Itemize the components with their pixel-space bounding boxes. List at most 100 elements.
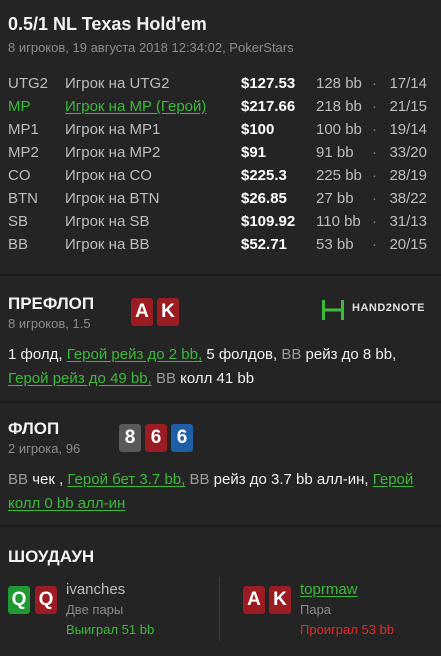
player-stats: 28/19: [389, 167, 427, 184]
hero-action-link[interactable]: Герой рейз до 49 bb,: [8, 370, 152, 387]
separator-dot: ·: [372, 213, 377, 230]
player-stack-bb: 128 bb: [316, 75, 362, 92]
player-row: UTG2 Игрок на UTG2 $127.53 128 bb · 17/1…: [8, 72, 433, 95]
player-stack-bb: 225 bb: [316, 167, 362, 184]
player-row-hero: MP Игрок на MP (Герой) $217.66 218 bb · …: [8, 95, 433, 118]
flop-panel: ФЛОП 2 игрока, 96 8 6 6 BB чек , Герой б…: [0, 403, 441, 525]
player-stats: 31/13: [389, 213, 427, 230]
action-player: BB: [189, 471, 210, 488]
preflop-actions: 1 фолд, Герой рейз до 2 bb, 5 фолдов, BB…: [8, 343, 434, 391]
flop-actions: BB чек , Герой бет 3.7 bb, BB рейз до 3.…: [8, 468, 434, 516]
player-position: MP2: [8, 144, 39, 161]
player-position: BB: [8, 236, 29, 253]
player-position: CO: [8, 167, 31, 184]
preflop-panel: ПРЕФЛОП 8 игроков, 1.5 A K HAND2NOTE 1 ф…: [0, 276, 441, 401]
separator-dot: ·: [372, 190, 377, 207]
showdown-player-left: Q Q ivanches Две пары Выиграл 51 bb: [0, 575, 219, 645]
player-stats: 38/22: [389, 190, 427, 207]
showdown-panel: ШОУДАУН Q Q ivanches Две пары Выиграл 51…: [0, 527, 441, 656]
player-position: BTN: [8, 190, 38, 207]
player-name[interactable]: Игрок на MP2: [65, 141, 160, 164]
player-name-hero-link[interactable]: Игрок на MP (Герой): [65, 95, 206, 118]
player-stack: $109.92: [241, 213, 296, 230]
player-position: UTG2: [8, 75, 49, 92]
hand2note-logo-text: HAND2NOTE: [352, 302, 425, 314]
separator-dot: ·: [372, 236, 377, 253]
player-stack-bb: 100 bb: [316, 121, 362, 138]
separator-dot: ·: [372, 144, 377, 161]
player-name[interactable]: Игрок на CO: [65, 164, 152, 187]
street-title: ПРЕФЛОП: [8, 294, 95, 313]
showdown-card: A: [243, 586, 265, 614]
action-text: рейз до 3.7 bb алл-ин,: [213, 471, 369, 488]
player-row: BB Игрок на BB $52.71 53 bb · 20/15: [8, 233, 433, 256]
separator-dot: ·: [372, 75, 377, 92]
hero-card: K: [157, 298, 179, 326]
player-stack-bb: 91 bb: [316, 144, 354, 161]
street-title: ШОУДАУН: [8, 547, 95, 566]
player-stack: $52.71: [241, 236, 287, 253]
hand2note-logo-icon: [322, 300, 344, 320]
showdown-card: K: [269, 586, 291, 614]
street-title: ФЛОП: [8, 419, 60, 438]
action-player: BB: [281, 346, 302, 363]
player-row: MP1 Игрок на MP1 $100 100 bb · 19/14: [8, 118, 433, 141]
player-stats: 20/15: [389, 236, 427, 253]
player-stack: $127.53: [241, 75, 296, 92]
hero-card: A: [131, 298, 153, 326]
board-card: 6: [145, 424, 167, 452]
hand-header-panel: 0.5/1 NL Texas Hold'em 8 игроков, 19 авг…: [0, 0, 441, 274]
showdown-result-loss: Проиграл 53 bb: [300, 622, 394, 637]
hand-title: 0.5/1 NL Texas Hold'em: [8, 14, 207, 34]
player-name[interactable]: Игрок на UTG2: [65, 72, 169, 95]
player-name[interactable]: Игрок на SB: [65, 210, 149, 233]
player-row: SB Игрок на SB $109.92 110 bb · 31/13: [8, 210, 433, 233]
player-stats: 17/14: [389, 75, 427, 92]
player-stack-bb: 110 bb: [316, 213, 361, 230]
separator-dot: ·: [372, 167, 377, 184]
showdown-hero-name-link[interactable]: toprmaw: [300, 581, 358, 598]
action-text: 1 фолд,: [8, 346, 63, 363]
player-stack: $91: [241, 144, 267, 161]
player-stack-bb: 218 bb: [316, 98, 362, 115]
action-text: колл 41 bb: [180, 370, 255, 387]
hand-subtitle: 8 игроков, 19 августа 2018 12:34:02, Pok…: [8, 40, 294, 55]
street-subtitle: 8 игроков, 1.5: [8, 316, 91, 331]
player-stack: $100: [241, 121, 275, 138]
hand2note-logo[interactable]: HAND2NOTE: [321, 299, 431, 321]
showdown-player-name[interactable]: ivanches: [66, 581, 125, 598]
action-player: BB: [155, 370, 176, 387]
separator-dot: ·: [372, 98, 377, 115]
player-stats: 33/20: [389, 144, 427, 161]
separator-dot: ·: [372, 121, 377, 138]
player-row: BTN Игрок на BTN $26.85 27 bb · 38/22: [8, 187, 433, 210]
player-stack: $217.66: [241, 98, 296, 115]
board-card: 8: [119, 424, 141, 452]
showdown-result-win: Выиграл 51 bb: [66, 622, 155, 637]
player-stack-bb: 53 bb: [316, 236, 354, 253]
hero-action-link[interactable]: Герой бет 3.7 bb,: [67, 471, 185, 488]
player-stack: $26.85: [241, 190, 287, 207]
player-stack-bb: 27 bb: [316, 190, 354, 207]
player-name[interactable]: Игрок на MP1: [65, 118, 160, 141]
action-text: чек ,: [32, 471, 64, 488]
player-stats: 21/15: [389, 98, 427, 115]
showdown-card: Q: [35, 586, 57, 614]
hero-action-link[interactable]: Герой рейз до 2 bb,: [67, 346, 202, 363]
action-text: рейз до 8 bb,: [305, 346, 397, 363]
player-name[interactable]: Игрок на BB: [65, 233, 149, 256]
player-name[interactable]: Игрок на BTN: [65, 187, 159, 210]
player-position: MP: [8, 98, 31, 115]
player-row: MP2 Игрок на MP2 $91 91 bb · 33/20: [8, 141, 433, 164]
showdown-hand-rank: Две пары: [66, 602, 124, 617]
player-row: CO Игрок на CO $225.3 225 bb · 28/19: [8, 164, 433, 187]
showdown-hand-rank: Пара: [300, 602, 332, 617]
showdown-card: Q: [8, 586, 30, 614]
action-text: 5 фолдов,: [206, 346, 278, 363]
street-subtitle: 2 игрока, 96: [8, 441, 81, 456]
player-stack: $225.3: [241, 167, 287, 184]
showdown-player-right: A K toprmaw Пара Проиграл 53 bb: [220, 575, 441, 645]
player-stats: 19/14: [389, 121, 427, 138]
action-player: BB: [8, 471, 29, 488]
players-list: UTG2 Игрок на UTG2 $127.53 128 bb · 17/1…: [8, 72, 433, 256]
